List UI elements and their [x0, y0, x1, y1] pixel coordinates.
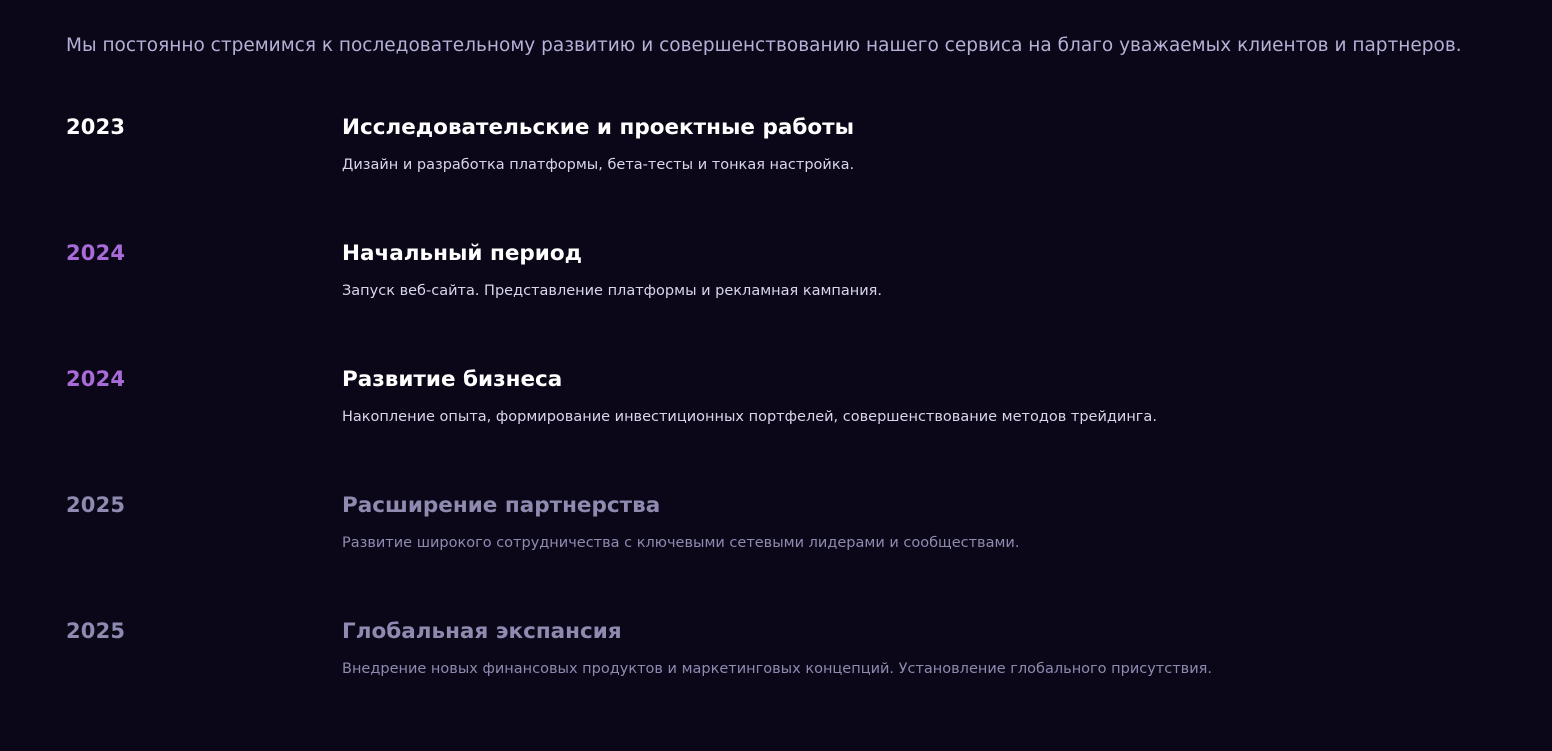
roadmap-description: Накопление опыта, формирование инвестици…	[342, 409, 1157, 425]
roadmap-year: 2025	[66, 493, 126, 517]
roadmap-item: 2025 Глобальная экспансия Внедрение новы…	[0, 616, 1552, 696]
roadmap-item: 2025 Расширение партнерства Развитие шир…	[0, 490, 1552, 570]
roadmap-item: 2024 Развитие бизнеса Накопление опыта, …	[0, 364, 1552, 444]
roadmap-title: Глобальная экспансия	[342, 619, 622, 644]
roadmap-title: Исследовательские и проектные работы	[342, 115, 855, 140]
roadmap-description: Развитие широкого сотрудничества с ключе…	[342, 535, 1020, 551]
roadmap-title: Развитие бизнеса	[342, 367, 563, 392]
roadmap-year: 2024	[66, 367, 126, 391]
roadmap-description: Внедрение новых финансовых продуктов и м…	[342, 661, 1212, 677]
roadmap-description: Дизайн и разработка платформы, бета-тест…	[342, 157, 855, 173]
intro-text: Мы постоянно стремимся к последовательно…	[66, 34, 1462, 56]
roadmap-year: 2023	[66, 115, 126, 139]
roadmap-year: 2024	[66, 241, 126, 265]
roadmap-title: Расширение партнерства	[342, 493, 661, 518]
roadmap-item: 2024 Начальный период Запуск веб-сайта. …	[0, 238, 1552, 318]
roadmap-title: Начальный период	[342, 241, 582, 266]
roadmap-item: 2023 Исследовательские и проектные работ…	[0, 112, 1552, 192]
roadmap-year: 2025	[66, 619, 126, 643]
roadmap-description: Запуск веб-сайта. Представление платформ…	[342, 283, 883, 299]
